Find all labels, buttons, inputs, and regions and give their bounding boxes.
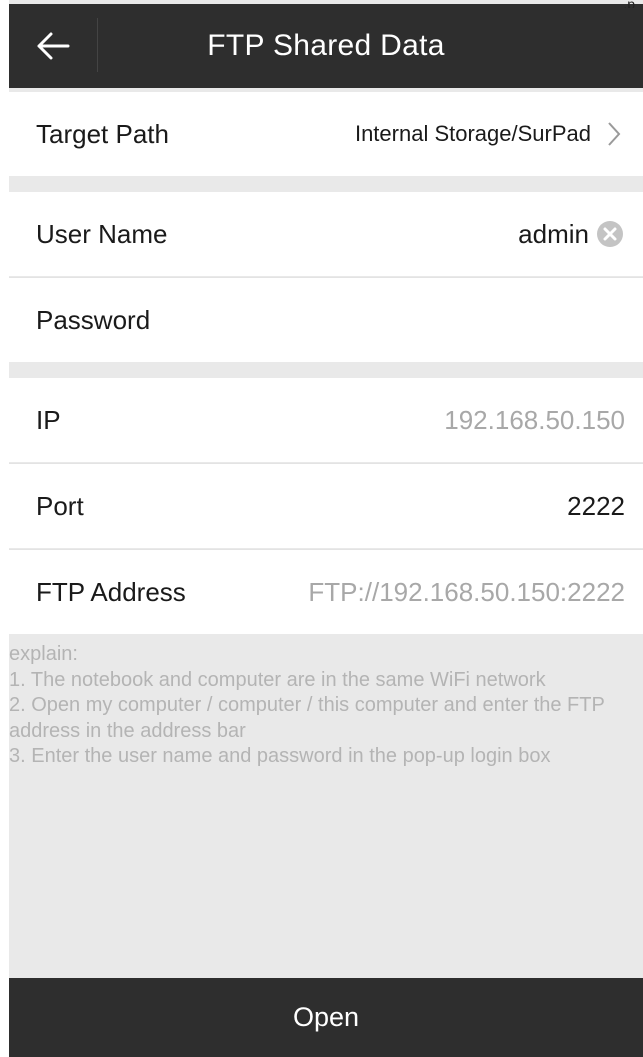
user-name-row[interactable]: User Name admin (9, 192, 643, 276)
target-path-label: Target Path (36, 118, 169, 149)
app-header: FTP Shared Data (9, 4, 643, 88)
explain-heading: explain: (9, 643, 78, 665)
explain-line: 1. The notebook and computer are in the … (9, 668, 546, 691)
open-button[interactable]: Open (9, 978, 643, 1057)
user-name-label: User Name (36, 218, 168, 249)
ip-row: IP 192.168.50.150 (9, 378, 643, 462)
port-value[interactable]: 2222 (567, 491, 625, 522)
ftp-address-value: FTP://192.168.50.150:2222 (308, 576, 625, 607)
section-gap (9, 362, 643, 378)
ip-label: IP (36, 404, 61, 435)
explain-line: 2. Open my computer / computer / this co… (9, 694, 605, 742)
ftp-address-label: FTP Address (36, 576, 186, 607)
top-cropped-text: ,p (623, 0, 635, 8)
header-divider (97, 18, 98, 72)
ftp-address-row: FTP Address FTP://192.168.50.150:2222 (9, 550, 643, 634)
target-path-text: Internal Storage/SurPad (354, 121, 591, 146)
password-label: Password (36, 304, 151, 335)
password-row[interactable]: Password (9, 278, 643, 362)
back-button[interactable] (9, 4, 97, 88)
ip-value: 192.168.50.150 (444, 404, 625, 435)
section-gap (9, 176, 643, 192)
explain-line: 3. Enter the user name and password in t… (9, 745, 551, 767)
clear-circle-icon[interactable] (595, 219, 625, 249)
port-label: Port (36, 490, 84, 521)
arrow-left-icon (37, 32, 70, 60)
target-path-row[interactable]: Target Path Internal Storage/SurPad (9, 92, 643, 176)
target-path-value: Internal Storage/SurPad (355, 119, 625, 149)
page-title: FTP Shared Data (207, 29, 445, 62)
explain-text: explain: 1. The notebook and computer ar… (9, 642, 639, 770)
app-frame: FTP Shared Data Target Path Internal Sto… (9, 0, 643, 1057)
user-name-field[interactable]: admin (518, 219, 625, 250)
user-name-value: admin (518, 218, 589, 249)
chevron-right-icon (608, 122, 621, 146)
port-row[interactable]: Port 2222 (9, 464, 643, 548)
